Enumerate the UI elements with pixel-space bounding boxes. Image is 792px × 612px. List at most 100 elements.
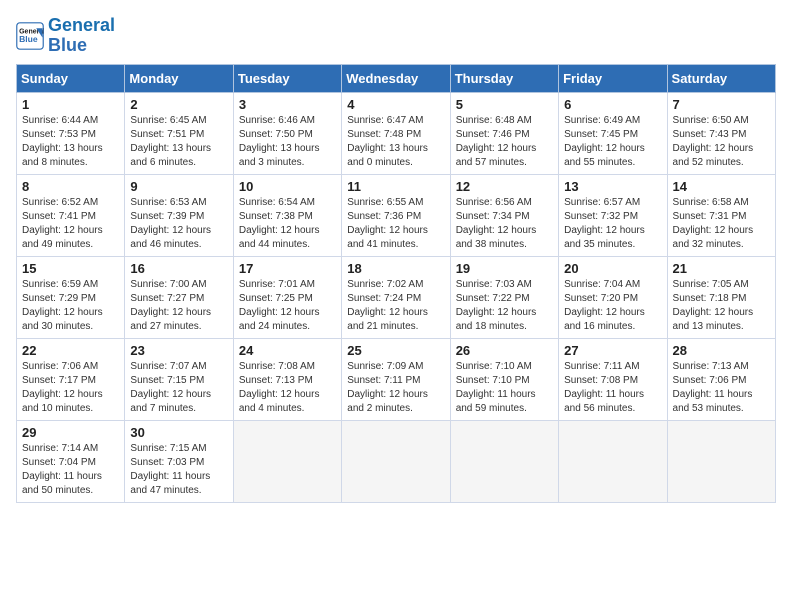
table-row: 4 Sunrise: 6:47 AM Sunset: 7:48 PM Daylig…: [342, 92, 450, 174]
day-detail: Sunrise: 6:58 AM Sunset: 7:31 PM Dayligh…: [673, 196, 770, 252]
day-number: 16: [130, 261, 227, 276]
day-detail: Sunrise: 6:47 AM Sunset: 7:48 PM Dayligh…: [347, 114, 444, 170]
table-row: 11 Sunrise: 6:55 AM Sunset: 7:36 PM Dayli…: [342, 174, 450, 256]
table-row: 18Sunrise: 7:02 AM Sunset: 7:24 PM Dayli…: [342, 256, 450, 338]
day-number: 9: [130, 179, 227, 194]
logo-icon: General Blue: [16, 22, 44, 50]
table-row: 29 Sunrise: 7:14 AM Sunset: 7:04 PM Dayli…: [17, 420, 125, 502]
calendar-table: SundayMondayTuesdayWednesdayThursdayFrid…: [16, 64, 776, 503]
day-detail: Sunrise: 7:05 AM Sunset: 7:18 PM Dayligh…: [673, 278, 770, 334]
day-detail: Sunrise: 7:08 AM Sunset: 7:13 PM Dayligh…: [239, 360, 336, 416]
day-detail: Sunrise: 7:01 AM Sunset: 7:25 PM Dayligh…: [239, 278, 336, 334]
day-number: 28: [673, 343, 770, 358]
day-number: 30: [130, 425, 227, 440]
day-detail: Sunrise: 7:09 AM Sunset: 7:11 PM Dayligh…: [347, 360, 444, 416]
day-detail: Sunrise: 7:07 AM Sunset: 7:15 PM Dayligh…: [130, 360, 227, 416]
day-number: 29: [22, 425, 119, 440]
day-detail: Sunrise: 6:56 AM Sunset: 7:34 PM Dayligh…: [456, 196, 553, 252]
page-header: General Blue GeneralBlue: [16, 16, 776, 56]
day-number: 15: [22, 261, 119, 276]
table-row: 8 Sunrise: 6:52 AM Sunset: 7:41 PM Daylig…: [17, 174, 125, 256]
day-detail: Sunrise: 6:57 AM Sunset: 7:32 PM Dayligh…: [564, 196, 661, 252]
day-number: 24: [239, 343, 336, 358]
col-header-tuesday: Tuesday: [233, 64, 341, 92]
table-row: 12 Sunrise: 6:56 AM Sunset: 7:34 PM Dayli…: [450, 174, 558, 256]
day-number: 2: [130, 97, 227, 112]
day-detail: Sunrise: 7:02 AM Sunset: 7:24 PM Dayligh…: [347, 278, 444, 334]
day-number: 5: [456, 97, 553, 112]
table-row: 24 Sunrise: 7:08 AM Sunset: 7:13 PM Dayli…: [233, 338, 341, 420]
table-row: [559, 420, 667, 502]
day-detail: Sunrise: 7:04 AM Sunset: 7:20 PM Dayligh…: [564, 278, 661, 334]
day-detail: Sunrise: 6:54 AM Sunset: 7:38 PM Dayligh…: [239, 196, 336, 252]
table-row: 20 Sunrise: 7:04 AM Sunset: 7:20 PM Dayli…: [559, 256, 667, 338]
day-detail: Sunrise: 7:13 AM Sunset: 7:06 PM Dayligh…: [673, 360, 770, 416]
table-row: 30 Sunrise: 7:15 AM Sunset: 7:03 PM Dayli…: [125, 420, 233, 502]
table-row: 16 Sunrise: 7:00 AM Sunset: 7:27 PM Dayli…: [125, 256, 233, 338]
day-detail: Sunrise: 7:03 AM Sunset: 7:22 PM Dayligh…: [456, 278, 553, 334]
day-number: 10: [239, 179, 336, 194]
table-row: 27 Sunrise: 7:11 AM Sunset: 7:08 PM Dayli…: [559, 338, 667, 420]
day-number: 22: [22, 343, 119, 358]
day-detail: Sunrise: 6:59 AM Sunset: 7:29 PM Dayligh…: [22, 278, 119, 334]
col-header-friday: Friday: [559, 64, 667, 92]
day-number: 27: [564, 343, 661, 358]
day-detail: Sunrise: 7:15 AM Sunset: 7:03 PM Dayligh…: [130, 442, 227, 498]
table-row: 22 Sunrise: 7:06 AM Sunset: 7:17 PM Dayli…: [17, 338, 125, 420]
table-row: 25Sunrise: 7:09 AM Sunset: 7:11 PM Dayli…: [342, 338, 450, 420]
day-number: 8: [22, 179, 119, 194]
table-row: [233, 420, 341, 502]
table-row: 3 Sunrise: 6:46 AM Sunset: 7:50 PM Daylig…: [233, 92, 341, 174]
table-row: 26 Sunrise: 7:10 AM Sunset: 7:10 PM Dayli…: [450, 338, 558, 420]
day-detail: Sunrise: 6:55 AM Sunset: 7:36 PM Dayligh…: [347, 196, 444, 252]
table-row: [450, 420, 558, 502]
logo-text: GeneralBlue: [48, 16, 115, 56]
table-row: 9 Sunrise: 6:53 AM Sunset: 7:39 PM Daylig…: [125, 174, 233, 256]
day-number: 3: [239, 97, 336, 112]
table-row: 14Sunrise: 6:58 AM Sunset: 7:31 PM Dayli…: [667, 174, 775, 256]
table-row: 15 Sunrise: 6:59 AM Sunset: 7:29 PM Dayli…: [17, 256, 125, 338]
col-header-monday: Monday: [125, 64, 233, 92]
day-detail: Sunrise: 7:00 AM Sunset: 7:27 PM Dayligh…: [130, 278, 227, 334]
day-number: 13: [564, 179, 661, 194]
table-row: 21 Sunrise: 7:05 AM Sunset: 7:18 PM Dayli…: [667, 256, 775, 338]
day-detail: Sunrise: 7:06 AM Sunset: 7:17 PM Dayligh…: [22, 360, 119, 416]
table-row: 10 Sunrise: 6:54 AM Sunset: 7:38 PM Dayli…: [233, 174, 341, 256]
svg-text:Blue: Blue: [19, 34, 38, 44]
day-number: 19: [456, 261, 553, 276]
day-number: 7: [673, 97, 770, 112]
table-row: [667, 420, 775, 502]
day-detail: Sunrise: 6:46 AM Sunset: 7:50 PM Dayligh…: [239, 114, 336, 170]
col-header-thursday: Thursday: [450, 64, 558, 92]
table-row: 7 Sunrise: 6:50 AM Sunset: 7:43 PM Daylig…: [667, 92, 775, 174]
day-detail: Sunrise: 7:10 AM Sunset: 7:10 PM Dayligh…: [456, 360, 553, 416]
day-detail: Sunrise: 7:14 AM Sunset: 7:04 PM Dayligh…: [22, 442, 119, 498]
table-row: 23Sunrise: 7:07 AM Sunset: 7:15 PM Dayli…: [125, 338, 233, 420]
day-detail: Sunrise: 6:50 AM Sunset: 7:43 PM Dayligh…: [673, 114, 770, 170]
day-number: 6: [564, 97, 661, 112]
table-row: 13 Sunrise: 6:57 AM Sunset: 7:32 PM Dayli…: [559, 174, 667, 256]
day-number: 26: [456, 343, 553, 358]
day-detail: Sunrise: 6:49 AM Sunset: 7:45 PM Dayligh…: [564, 114, 661, 170]
table-row: 1 Sunrise: 6:44 AM Sunset: 7:53 PM Daylig…: [17, 92, 125, 174]
table-row: 19 Sunrise: 7:03 AM Sunset: 7:22 PM Dayli…: [450, 256, 558, 338]
day-number: 4: [347, 97, 444, 112]
day-detail: Sunrise: 6:52 AM Sunset: 7:41 PM Dayligh…: [22, 196, 119, 252]
day-detail: Sunrise: 6:53 AM Sunset: 7:39 PM Dayligh…: [130, 196, 227, 252]
col-header-sunday: Sunday: [17, 64, 125, 92]
day-number: 1: [22, 97, 119, 112]
table-row: [342, 420, 450, 502]
day-number: 20: [564, 261, 661, 276]
day-detail: Sunrise: 6:48 AM Sunset: 7:46 PM Dayligh…: [456, 114, 553, 170]
logo: General Blue GeneralBlue: [16, 16, 115, 56]
day-detail: Sunrise: 6:44 AM Sunset: 7:53 PM Dayligh…: [22, 114, 119, 170]
table-row: 6 Sunrise: 6:49 AM Sunset: 7:45 PM Daylig…: [559, 92, 667, 174]
day-number: 12: [456, 179, 553, 194]
table-row: 17Sunrise: 7:01 AM Sunset: 7:25 PM Dayli…: [233, 256, 341, 338]
table-row: 28 Sunrise: 7:13 AM Sunset: 7:06 PM Dayli…: [667, 338, 775, 420]
day-number: 11: [347, 179, 444, 194]
table-row: 2Sunrise: 6:45 AM Sunset: 7:51 PM Daylig…: [125, 92, 233, 174]
day-detail: Sunrise: 7:11 AM Sunset: 7:08 PM Dayligh…: [564, 360, 661, 416]
col-header-saturday: Saturday: [667, 64, 775, 92]
day-number: 21: [673, 261, 770, 276]
